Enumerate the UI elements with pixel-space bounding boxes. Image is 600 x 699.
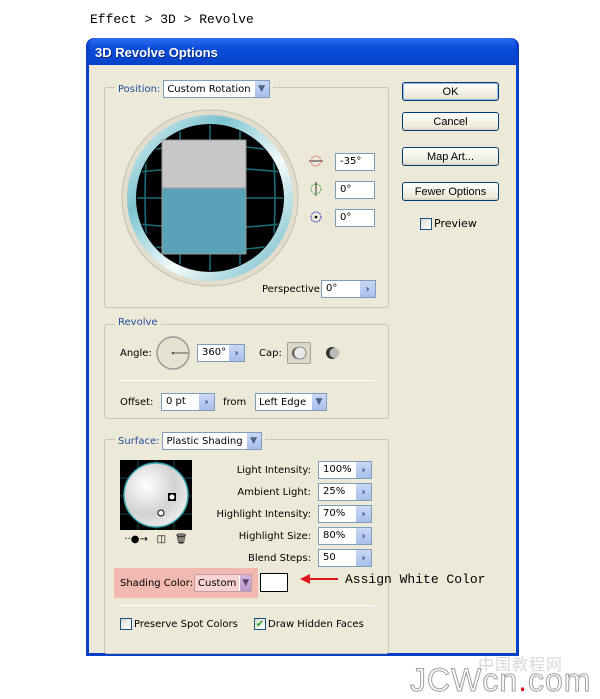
chevron-down-icon: ▼ (311, 394, 326, 410)
surface-legend: Surface: Plastic Shading ▼ (115, 432, 265, 450)
chevron-right-icon[interactable]: › (360, 281, 375, 297)
rotation-y-field[interactable]: 0° (335, 181, 375, 199)
light-intensity-label: Light Intensity: (236, 465, 311, 476)
y-axis-rotate-icon (310, 182, 322, 196)
draw-hidden-faces-checkbox[interactable]: ✔ (254, 618, 266, 630)
surface-group: Surface: Plastic Shading ▼ ··●→ ◫ 🗑 Ligh… (104, 432, 389, 654)
menu-path: Effect > 3D > Revolve (90, 12, 254, 27)
chevron-right-icon[interactable]: › (356, 506, 371, 522)
revolve-options-dialog: 3D Revolve Options Position: Custom Rota… (86, 38, 519, 656)
dialog-body: Position: Custom Rotation ▼ -35° 0° 0° P… (89, 65, 516, 654)
position-legend: Position: Custom Rotation ▼ (115, 80, 273, 98)
from-label: from (223, 397, 247, 408)
z-axis-rotate-icon (310, 211, 322, 223)
light-controls: ··●→ ◫ 🗑 (120, 530, 192, 548)
chevron-right-icon[interactable]: › (356, 484, 371, 500)
light-intensity-field[interactable]: 100% › (318, 461, 372, 479)
fewer-options-button[interactable]: Fewer Options (402, 182, 499, 201)
surface-label: Surface: (118, 435, 160, 447)
position-group: Position: Custom Rotation ▼ -35° 0° 0° P… (104, 80, 389, 308)
trash-icon[interactable]: 🗑 (175, 534, 188, 545)
move-light-to-back-icon[interactable]: ··●→ (124, 534, 147, 545)
highlight-intensity-label: Highlight Intensity: (216, 509, 312, 520)
surface-select[interactable]: Plastic Shading ▼ (162, 432, 262, 450)
preserve-spot-colors-checkbox[interactable] (120, 618, 132, 630)
new-light-icon[interactable]: ◫ (157, 534, 166, 545)
rotation-z-field[interactable]: 0° (335, 209, 375, 227)
preview-checkbox[interactable] (420, 217, 432, 230)
highlight-size-field[interactable]: 80% › (318, 527, 372, 545)
cap-label: Cap: (259, 348, 282, 359)
revolve-group: Revolve Angle: 360° › Cap: Offset: 0 pt … (104, 317, 389, 419)
angle-label: Angle: (120, 348, 152, 359)
position-preset-select[interactable]: Custom Rotation ▼ (163, 80, 270, 98)
dialog-title: 3D Revolve Options (89, 38, 516, 65)
chevron-down-icon: ▼ (245, 433, 261, 449)
chevron-right-icon[interactable]: › (199, 394, 214, 410)
cancel-button[interactable]: Cancel (402, 112, 499, 131)
shading-color-swatch[interactable] (260, 573, 288, 592)
rotation-track-cube[interactable] (120, 108, 300, 288)
preserve-spot-colors-option[interactable]: Preserve Spot Colors (120, 618, 238, 630)
shading-color-label: Shading Color: (120, 578, 194, 589)
ambient-light-label: Ambient Light: (237, 487, 311, 498)
map-art-button[interactable]: Map Art... (402, 147, 499, 166)
perspective-field[interactable]: 0° › (321, 280, 376, 298)
offset-from-select[interactable]: Left Edge ▼ (255, 393, 327, 411)
revolve-separator (120, 380, 375, 381)
ok-button[interactable]: OK (402, 82, 499, 101)
cap-off-icon[interactable] (325, 345, 341, 361)
watermark: JCWcn.com (409, 662, 592, 699)
annotation-text: Assign White Color (345, 572, 486, 587)
angle-field[interactable]: 360° › (197, 344, 245, 362)
highlight-size-label: Highlight Size: (238, 531, 311, 542)
shading-color-select[interactable]: Custom ▼ (194, 574, 252, 592)
chevron-right-icon[interactable]: › (229, 345, 244, 361)
angle-dial[interactable] (155, 335, 191, 371)
rotation-x-field[interactable]: -35° (335, 153, 375, 171)
lighting-sphere-preview[interactable] (120, 460, 192, 530)
chevron-right-icon[interactable]: › (356, 528, 371, 544)
offset-field[interactable]: 0 pt › (161, 393, 215, 411)
cap-on-button[interactable] (287, 342, 311, 364)
perspective-label: Perspective: (262, 284, 324, 295)
ambient-light-field[interactable]: 25% › (318, 483, 372, 501)
chevron-right-icon[interactable]: › (356, 462, 371, 478)
chevron-right-icon[interactable]: › (356, 550, 371, 566)
surface-separator (120, 605, 375, 606)
blend-steps-label: Blend Steps: (247, 553, 311, 564)
annotation-arrow (300, 574, 338, 584)
highlight-intensity-field[interactable]: 70% › (318, 505, 372, 523)
blend-steps-field[interactable]: 50 › (318, 549, 372, 567)
chevron-down-icon: ▼ (239, 575, 251, 591)
x-axis-rotate-icon (309, 155, 323, 167)
preview-option[interactable]: Preview (420, 217, 477, 230)
revolve-legend: Revolve (115, 317, 161, 328)
cap-on-icon (292, 346, 307, 360)
chevron-down-icon: ▼ (253, 81, 269, 97)
offset-label: Offset: (120, 397, 154, 408)
draw-hidden-faces-option[interactable]: ✔ Draw Hidden Faces (254, 618, 364, 630)
position-label: Position: (118, 83, 161, 95)
